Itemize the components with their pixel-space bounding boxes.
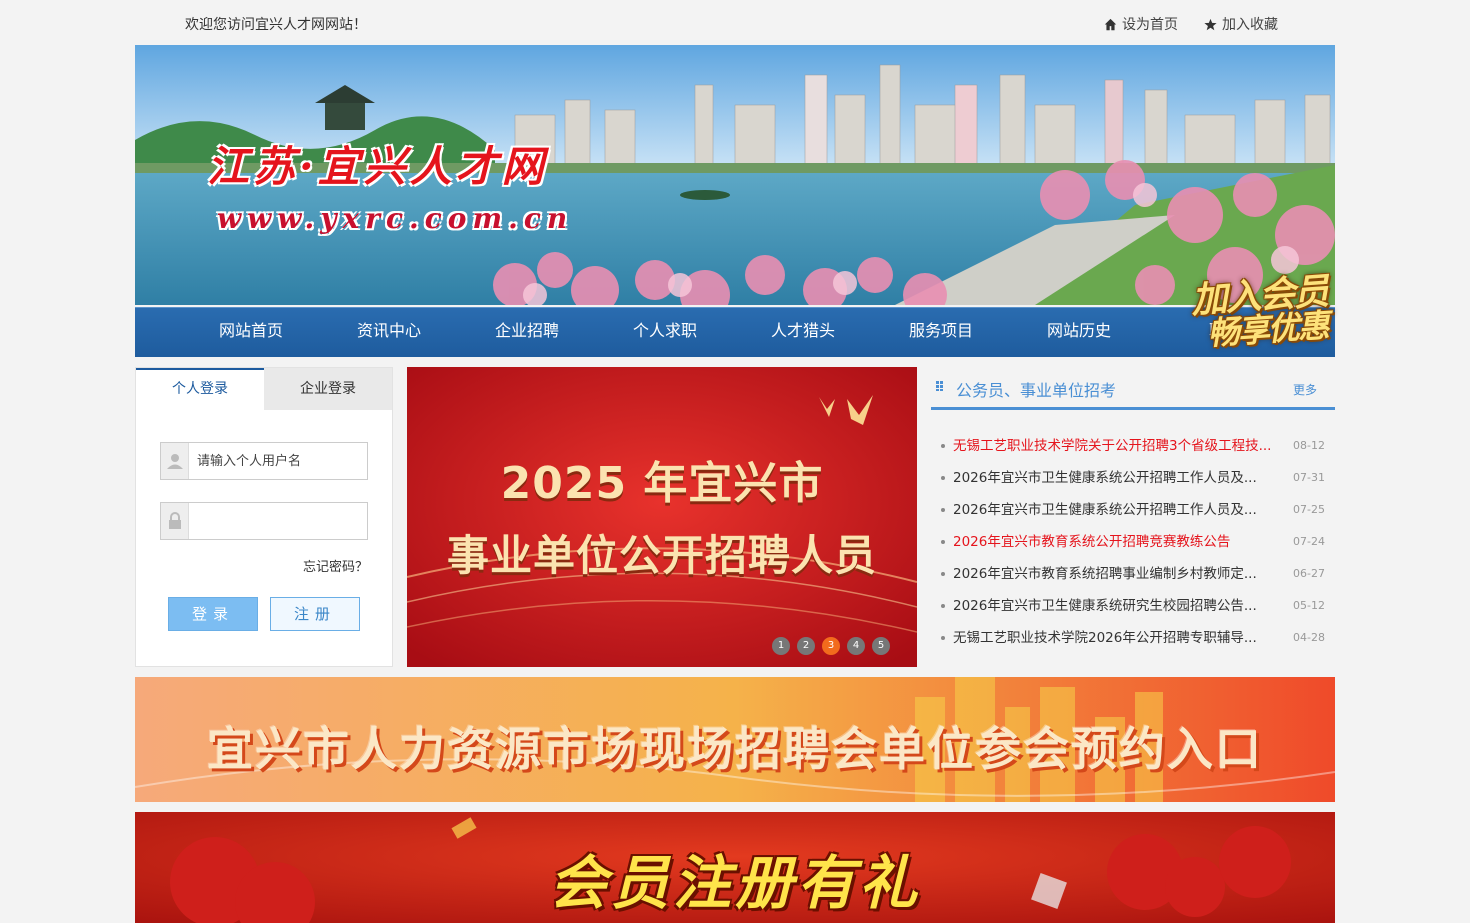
job-fair-registration-banner[interactable]: 宜兴市人力资源市场现场招聘会单位参会预约入口 bbox=[135, 677, 1335, 802]
bullet-icon bbox=[941, 540, 945, 544]
news-item-title: 2026年宜兴市卫生健康系统公开招聘工作人员及... bbox=[953, 502, 1257, 518]
member-registration-banner[interactable]: 会员注册有礼 bbox=[135, 812, 1335, 923]
news-panel-header: 公务员、事业单位招考 更多 bbox=[931, 367, 1335, 410]
slider-pagination: 1 2 3 4 5 bbox=[772, 637, 890, 655]
user-icon bbox=[161, 443, 189, 479]
slider-background bbox=[407, 367, 917, 667]
lock-icon bbox=[161, 503, 189, 539]
add-favorite-link[interactable]: 加入收藏 bbox=[1204, 14, 1278, 34]
welcome-text: 欢迎您访问宜兴人才网网站！ bbox=[185, 17, 367, 33]
news-item-title: 2026年宜兴市卫生健康系统公开招聘工作人员及... bbox=[953, 470, 1257, 486]
news-item-date: 07-24 bbox=[1293, 535, 1325, 548]
nav-item-job-seekers[interactable]: 个人求职 bbox=[596, 308, 734, 354]
bullet-icon bbox=[941, 476, 945, 480]
login-button[interactable]: 登录 bbox=[168, 597, 258, 631]
banner-site-title: 江苏·宜兴人才网 bbox=[207, 142, 548, 191]
news-item-date: 04-28 bbox=[1293, 631, 1325, 644]
main-nav: 网站首页 资讯中心 企业招聘 个人求职 人才猎头 服务项目 网站历史 联 bbox=[135, 307, 1335, 357]
top-links: 设为首页 加入收藏 bbox=[1104, 14, 1278, 34]
news-slider[interactable]: 2025 年宜兴市 事业单位公开招聘人员 1 2 3 4 5 bbox=[407, 367, 917, 667]
login-tabs: 个人登录 企业登录 bbox=[136, 368, 392, 410]
bullet-icon bbox=[941, 636, 945, 640]
nav-item-company-jobs[interactable]: 企业招聘 bbox=[458, 308, 596, 354]
banner-site-url: www.yxrc.com.cn bbox=[217, 202, 574, 235]
forgot-password-link[interactable]: 忘记密码？ bbox=[303, 556, 368, 575]
slider-headline-line2: 事业单位公开招聘人员 bbox=[446, 531, 877, 580]
vip-badge-line2: 畅享优惠 bbox=[1206, 306, 1329, 353]
nav-item-services[interactable]: 服务项目 bbox=[872, 308, 1010, 354]
nav-item-history[interactable]: 网站历史 bbox=[1010, 308, 1148, 354]
slider-dot-2[interactable]: 2 bbox=[797, 637, 815, 655]
news-item-title: 2026年宜兴市教育系统招聘事业编制乡村教师定... bbox=[953, 566, 1257, 582]
slider-dot-1[interactable]: 1 bbox=[772, 637, 790, 655]
news-item[interactable]: 2026年宜兴市卫生健康系统研究生校园招聘公告... 05-12 bbox=[931, 590, 1335, 622]
news-panel-title: 公务员、事业单位招考 bbox=[956, 381, 1117, 400]
home-icon bbox=[1104, 18, 1117, 30]
tab-personal-login[interactable]: 个人登录 bbox=[136, 368, 264, 410]
news-more-link[interactable]: 更多 bbox=[1293, 381, 1317, 398]
news-item-title: 2026年宜兴市卫生健康系统研究生校园招聘公告... bbox=[953, 598, 1257, 614]
news-item-date: 08-12 bbox=[1293, 439, 1325, 452]
vip-promo-badge[interactable]: 加入会员 畅享优惠 bbox=[1187, 256, 1358, 355]
news-item-date: 06-27 bbox=[1293, 567, 1325, 580]
slider-dot-4[interactable]: 4 bbox=[847, 637, 865, 655]
bullet-icon bbox=[941, 572, 945, 576]
news-item[interactable]: 2026年宜兴市卫生健康系统公开招聘工作人员及... 07-31 bbox=[931, 462, 1335, 494]
top-bar: 欢迎您访问宜兴人才网网站！ 设为首页 加入收藏 bbox=[0, 0, 1470, 45]
news-item-title: 无锡工艺职业技术学院2026年公开招聘专职辅导... bbox=[953, 630, 1257, 646]
slider-dot-5[interactable]: 5 bbox=[872, 637, 890, 655]
set-home-label: 设为首页 bbox=[1122, 17, 1178, 33]
bullet-icon bbox=[941, 604, 945, 608]
header-banner: 江苏·宜兴人才网 www.yxrc.com.cn bbox=[135, 45, 1335, 305]
nav-item-headhunting[interactable]: 人才猎头 bbox=[734, 308, 872, 354]
password-field bbox=[160, 502, 368, 540]
news-item[interactable]: 2026年宜兴市卫生健康系统公开招聘工作人员及... 07-25 bbox=[931, 494, 1335, 526]
grid-icon bbox=[936, 381, 943, 391]
set-home-link[interactable]: 设为首页 bbox=[1104, 14, 1178, 34]
nav-item-news[interactable]: 资讯中心 bbox=[320, 308, 458, 354]
nav-item-home[interactable]: 网站首页 bbox=[182, 308, 320, 354]
news-item-title: 2026年宜兴市教育系统公开招聘竞赛教练公告 bbox=[953, 534, 1231, 550]
username-input[interactable] bbox=[189, 443, 367, 479]
slider-dot-3[interactable]: 3 bbox=[822, 637, 840, 655]
bullet-icon bbox=[941, 444, 945, 448]
star-icon bbox=[1204, 18, 1217, 30]
news-item-title: 无锡工艺职业技术学院关于公开招聘3个省级工程技... bbox=[953, 438, 1272, 454]
news-item[interactable]: 2026年宜兴市教育系统公开招聘竞赛教练公告 07-24 bbox=[931, 526, 1335, 558]
login-panel: 个人登录 企业登录 忘记密码？ 登录 注册 bbox=[135, 367, 393, 667]
username-field bbox=[160, 442, 368, 480]
bullet-icon bbox=[941, 508, 945, 512]
news-list: 无锡工艺职业技术学院关于公开招聘3个省级工程技... 08-12 2026年宜兴市… bbox=[931, 430, 1335, 654]
tab-company-login[interactable]: 企业登录 bbox=[264, 368, 392, 410]
member-banner-text: 会员注册有礼 bbox=[548, 849, 921, 917]
password-input[interactable] bbox=[189, 503, 367, 539]
add-favorite-label: 加入收藏 bbox=[1222, 17, 1278, 33]
news-item[interactable]: 无锡工艺职业技术学院2026年公开招聘专职辅导... 04-28 bbox=[931, 622, 1335, 654]
news-item-date: 05-12 bbox=[1293, 599, 1325, 612]
news-item[interactable]: 2026年宜兴市教育系统招聘事业编制乡村教师定... 06-27 bbox=[931, 558, 1335, 590]
job-fair-banner-text: 宜兴市人力资源市场现场招聘会单位参会预约入口 bbox=[207, 722, 1263, 776]
civil-service-news-panel: 公务员、事业单位招考 更多 无锡工艺职业技术学院关于公开招聘3个省级工程技...… bbox=[931, 367, 1335, 667]
register-button[interactable]: 注册 bbox=[270, 597, 360, 631]
news-item[interactable]: 无锡工艺职业技术学院关于公开招聘3个省级工程技... 08-12 bbox=[931, 430, 1335, 462]
news-item-date: 07-25 bbox=[1293, 503, 1325, 516]
news-item-date: 07-31 bbox=[1293, 471, 1325, 484]
slider-headline-line1: 2025 年宜兴市 bbox=[500, 458, 824, 509]
